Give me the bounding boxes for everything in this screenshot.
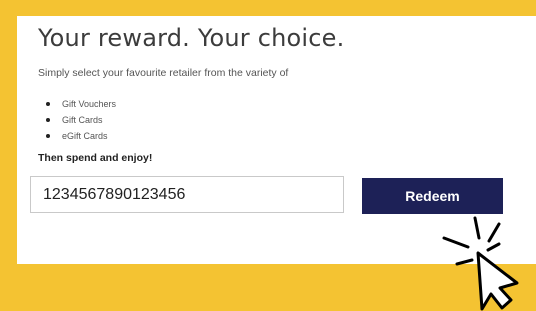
reward-card: Your reward. Your choice. Simply select … xyxy=(17,16,536,264)
bullet-icon xyxy=(46,134,50,138)
bullet-icon xyxy=(46,118,50,122)
list-item: Gift Vouchers xyxy=(45,96,116,112)
option-label: eGift Cards xyxy=(62,131,108,141)
spend-callout: Then spend and enjoy! xyxy=(38,152,153,164)
reward-options-list: Gift Vouchers Gift Cards eGift Cards xyxy=(45,96,116,144)
bullet-icon xyxy=(46,102,50,106)
subtitle: Simply select your favourite retailer fr… xyxy=(38,67,289,79)
option-label: Gift Vouchers xyxy=(62,99,117,109)
list-item: eGift Cards xyxy=(45,128,116,144)
option-label: Gift Cards xyxy=(62,115,103,125)
code-input[interactable] xyxy=(30,176,344,213)
redeem-button[interactable]: Redeem xyxy=(362,178,503,214)
page-title: Your reward. Your choice. xyxy=(38,24,345,52)
list-item: Gift Cards xyxy=(45,112,116,128)
